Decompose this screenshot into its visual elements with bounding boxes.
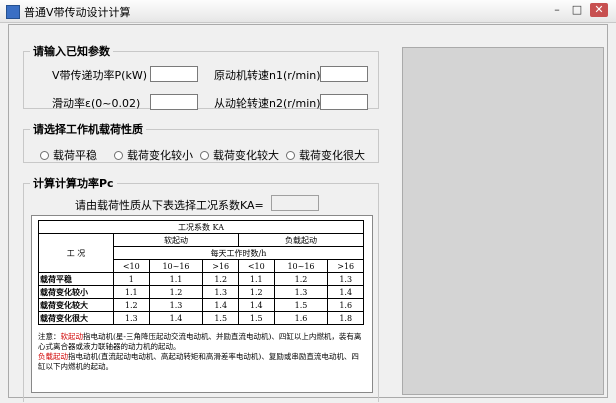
- table-cell: 1.4: [327, 285, 364, 299]
- condition-header: 工 况: [38, 233, 114, 273]
- power-label: V带传递功率P(kW): [52, 69, 147, 82]
- close-button[interactable]: ✕: [590, 3, 608, 17]
- table-cell: 1: [113, 272, 150, 286]
- hour-col: 10~16: [148, 259, 204, 273]
- hour-col: <10: [113, 259, 150, 273]
- output-panel: [402, 47, 604, 395]
- radio-label: 载荷变化较大: [213, 149, 279, 162]
- table-row: 载荷变化较大 1.2 1.3 1.4 1.4 1.5 1.6: [38, 298, 364, 312]
- ka-prompt: 请由载荷性质从下表选择工况系数KA=: [75, 199, 264, 212]
- radio-label: 载荷平稳: [53, 149, 97, 162]
- radio-label: 载荷变化很大: [299, 149, 365, 162]
- table-cell: 1.1: [237, 272, 275, 286]
- power-input[interactable]: [150, 66, 198, 82]
- row-label: 载荷平稳: [38, 272, 114, 286]
- ka-table-notes: 注意：软起动指电动机(星-三角降压起动交流电动机、并励直流电动机)、四缸以上内燃…: [38, 332, 366, 372]
- input-group-legend: 请输入已知参数: [33, 45, 110, 58]
- slip-label: 滑动率ε(0~0.02): [52, 97, 141, 110]
- table-cell: 1.2: [113, 298, 150, 312]
- table-cell: 1.6: [327, 298, 364, 312]
- row-label: 载荷变化较小: [38, 285, 114, 299]
- hour-col: 10~16: [273, 259, 329, 273]
- radio-circle-icon: [114, 150, 123, 160]
- load-start-header: 负载起动: [237, 233, 365, 247]
- n1-input[interactable]: [320, 66, 368, 82]
- title-bar: 普通V带传动设计计算 – □ ✕: [0, 0, 616, 23]
- row-label: 载荷变化较大: [38, 298, 114, 312]
- note-soft-term: 软起动: [60, 332, 84, 341]
- n2-label: 从动轮转速n2(r/min): [214, 97, 321, 110]
- table-cell: 1.3: [327, 272, 364, 286]
- window-title: 普通V带传动设计计算: [24, 6, 131, 19]
- radio-load-small[interactable]: 载荷变化较小: [114, 147, 193, 163]
- hour-col: >16: [327, 259, 364, 273]
- table-cell: 1.2: [202, 272, 239, 286]
- n1-label: 原动机转速n1(r/min): [214, 69, 321, 82]
- soft-start-header: 软起动: [113, 233, 239, 247]
- hours-header: 每天工作时数/h: [113, 246, 364, 260]
- table-cell: 1.5: [273, 298, 329, 312]
- ka-input[interactable]: [271, 195, 319, 211]
- note-load-text: 指电动机(直流起动电动机、高起动转矩和高滑差率电动机)、复励或串励直流电动机、四…: [38, 352, 359, 371]
- table-cell: 1.4: [237, 298, 275, 312]
- table-cell: 1.2: [237, 285, 275, 299]
- table-cell: 1.4: [148, 311, 204, 325]
- input-group: 请输入已知参数 V带传递功率P(kW) 原动机转速n1(r/min) 滑动率ε(…: [23, 43, 379, 110]
- table-cell: 1.1: [148, 272, 204, 286]
- radio-circle-icon: [200, 150, 209, 160]
- minimize-button[interactable]: –: [548, 3, 566, 17]
- note-soft-text: 指电动机(星-三角降压起动交流电动机、并励直流电动机)、四缸以上内燃机，装有离心…: [38, 332, 362, 351]
- ka-table-title: 工况系数 KA: [38, 220, 364, 234]
- radio-load-large[interactable]: 载荷变化较大: [200, 147, 279, 163]
- table-row: 载荷变化较小 1.1 1.2 1.3 1.2 1.3 1.4: [38, 285, 364, 299]
- hour-col: <10: [237, 259, 275, 273]
- load-group-legend: 请选择工作机载荷性质: [33, 123, 143, 136]
- table-row: 载荷平稳 1 1.1 1.2 1.1 1.2 1.3: [38, 272, 364, 286]
- slip-input[interactable]: [150, 94, 198, 110]
- main-area: 请输入已知参数 V带传递功率P(kW) 原动机转速n1(r/min) 滑动率ε(…: [8, 24, 608, 402]
- radio-load-steady[interactable]: 载荷平稳: [40, 147, 97, 163]
- maximize-button[interactable]: □: [568, 3, 586, 17]
- table-cell: 1.6: [273, 311, 329, 325]
- table-cell: 1.3: [273, 285, 329, 299]
- power-group-legend: 计算计算功率Pc: [33, 177, 114, 190]
- table-cell: 1.5: [237, 311, 275, 325]
- table-cell: 1.1: [113, 285, 150, 299]
- ka-table-image: 工况系数 KA 工 况 软起动 负载起动 每天工作时数/h <10 10~16 …: [31, 215, 373, 393]
- radio-circle-icon: [40, 150, 49, 160]
- table-cell: 1.3: [148, 298, 204, 312]
- table-cell: 1.8: [327, 311, 364, 325]
- n2-input[interactable]: [320, 94, 368, 110]
- radio-label: 载荷变化较小: [127, 149, 193, 162]
- ka-table: 工况系数 KA 工 况 软起动 负载起动 每天工作时数/h <10 10~16 …: [38, 220, 365, 325]
- radio-circle-icon: [286, 150, 295, 160]
- table-cell: 1.3: [113, 311, 150, 325]
- table-cell: 1.3: [202, 285, 239, 299]
- table-cell: 1.2: [148, 285, 204, 299]
- note-prefix: 注意：: [38, 332, 61, 341]
- table-row: 载荷变化很大 1.3 1.4 1.5 1.5 1.6 1.8: [38, 311, 364, 325]
- table-cell: 1.4: [202, 298, 239, 312]
- app-icon: [6, 5, 20, 19]
- radio-load-very-large[interactable]: 载荷变化很大: [286, 147, 365, 163]
- row-label: 载荷变化很大: [38, 311, 114, 325]
- hour-col: >16: [202, 259, 239, 273]
- table-cell: 1.5: [202, 311, 239, 325]
- load-group: 请选择工作机载荷性质 载荷平稳 载荷变化较小 载荷变化较大 载荷变化很大: [23, 121, 379, 163]
- note-load-term: 负载起动: [38, 352, 68, 361]
- table-cell: 1.2: [273, 272, 329, 286]
